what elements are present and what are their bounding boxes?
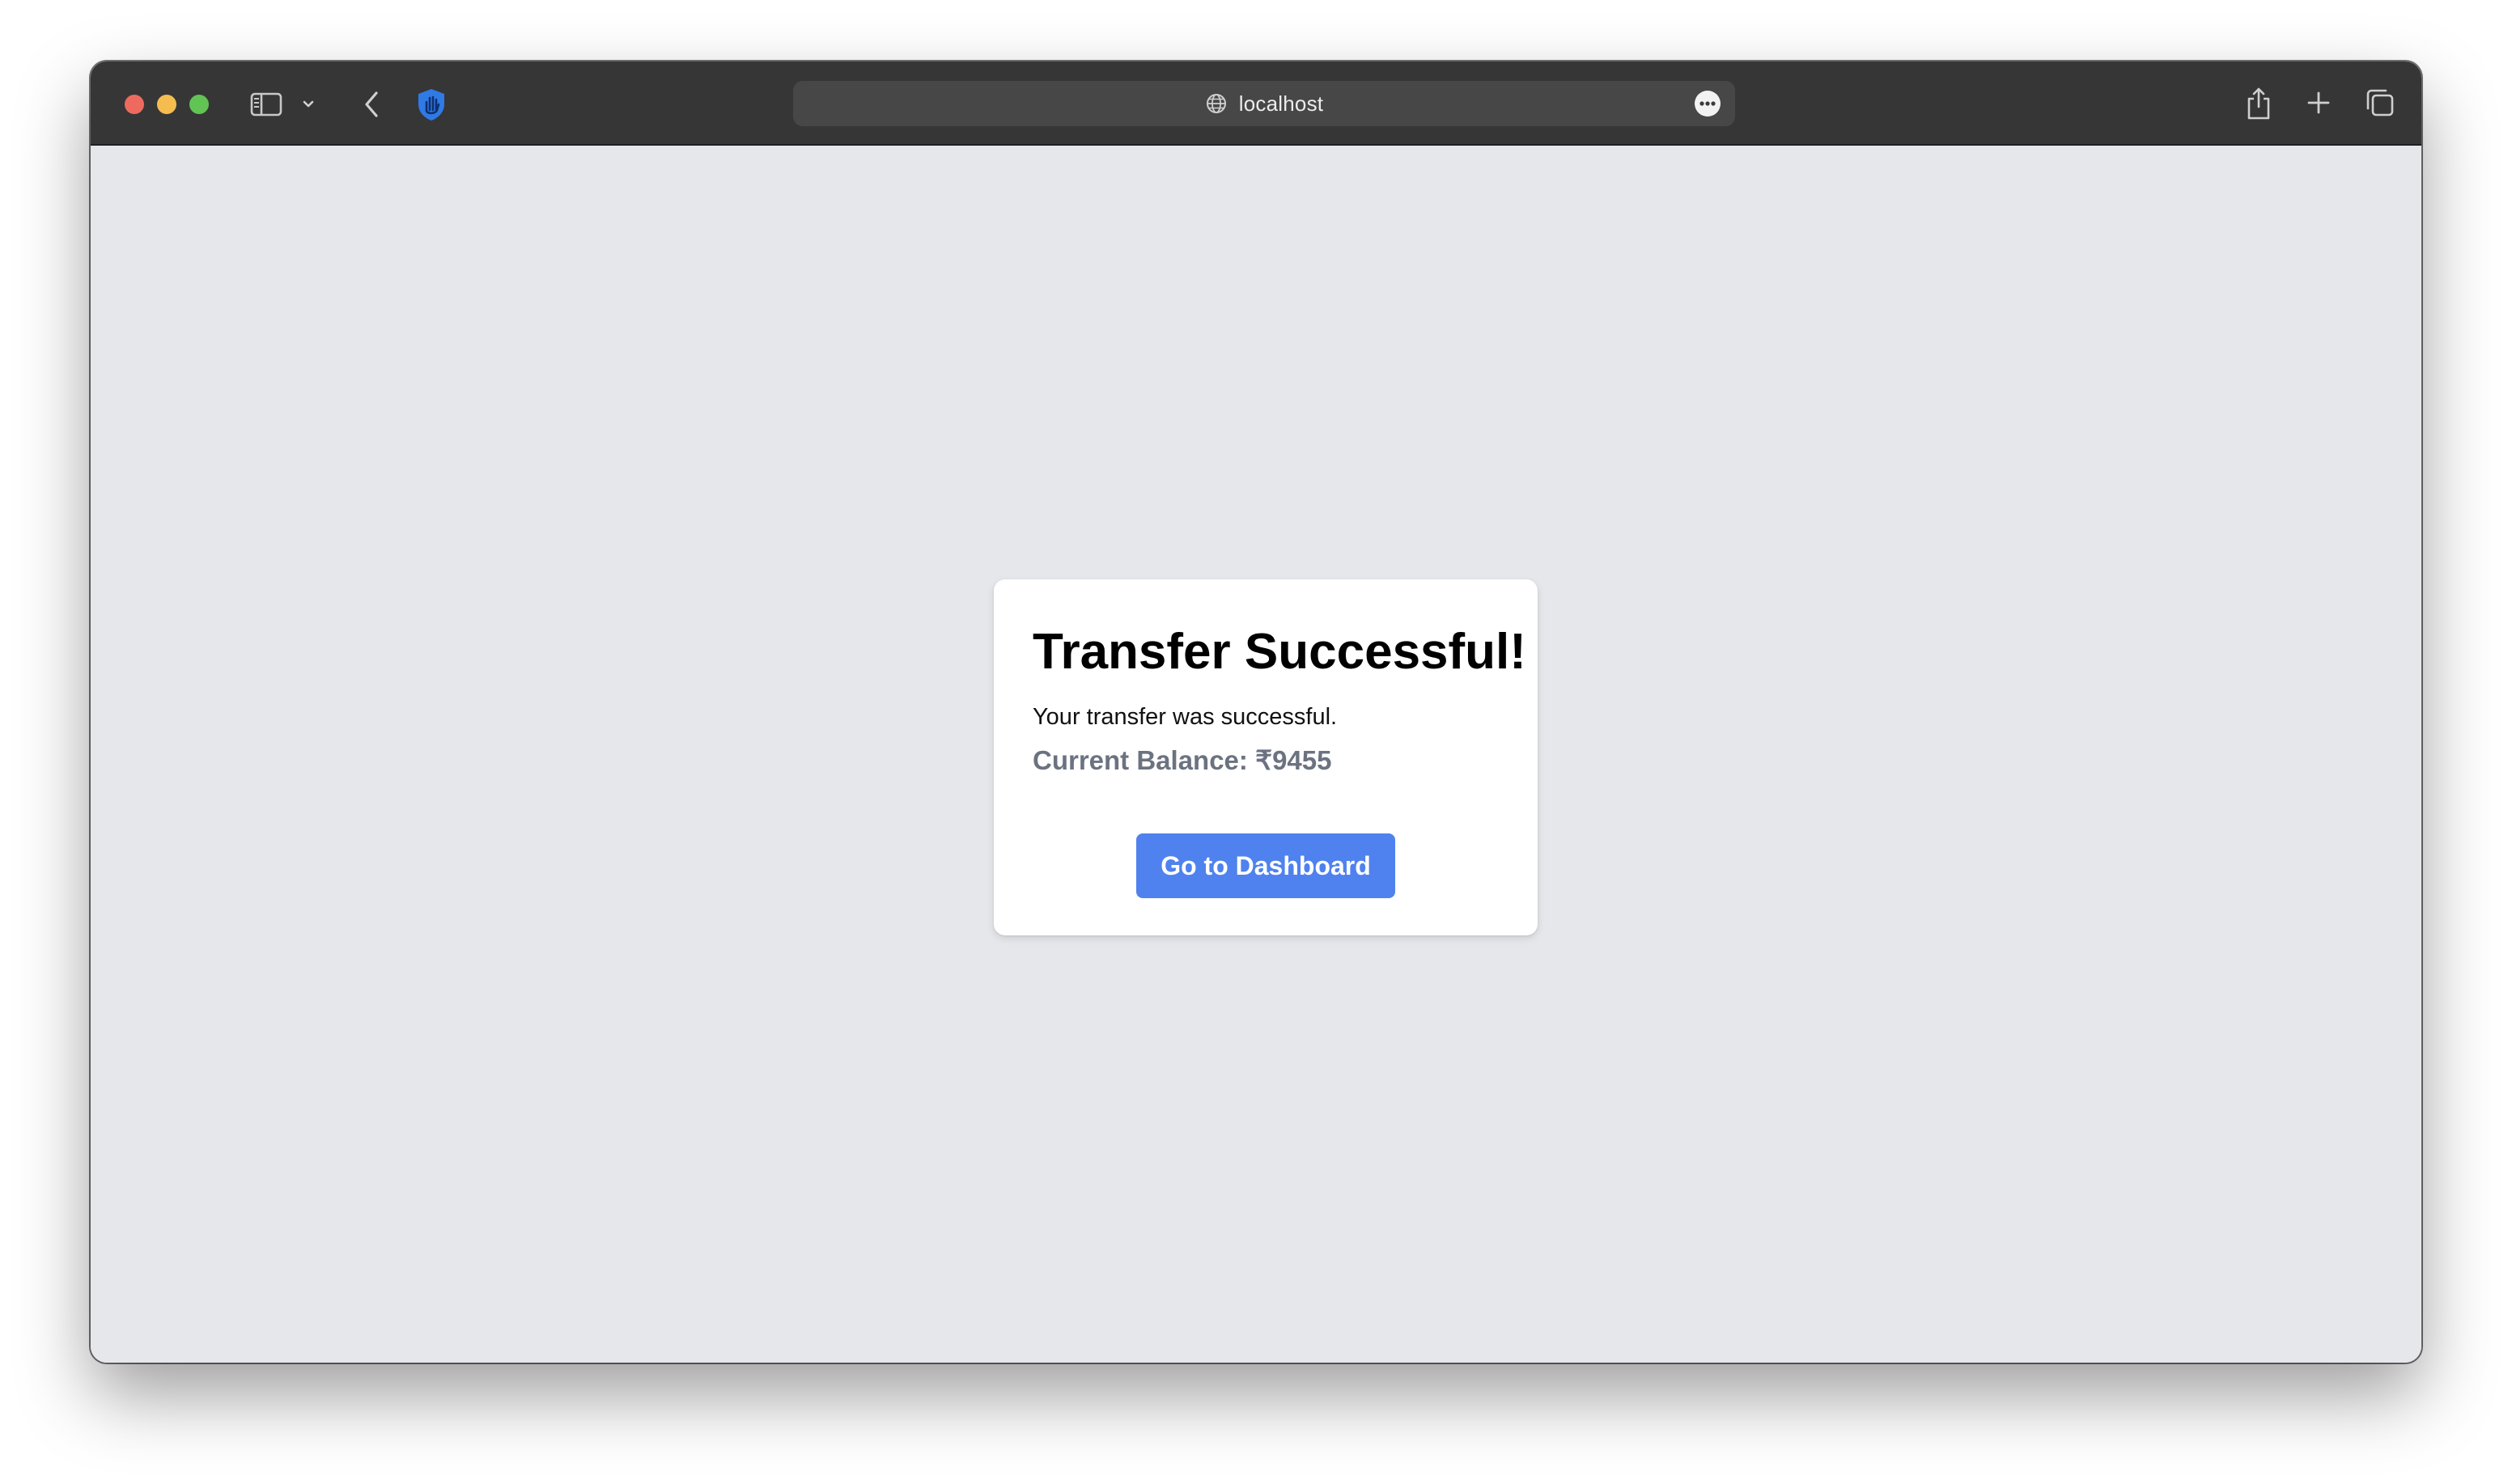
sidebar-icon[interactable] [248,86,285,123]
browser-toolbar: localhost [91,61,2421,146]
address-bar[interactable]: localhost [793,81,1735,126]
page-viewport: Transfer Successful! Your transfer was s… [91,146,2421,1363]
current-balance: Current Balance: ₹9455 [1033,745,1332,775]
share-icon[interactable] [2240,83,2277,125]
chevron-down-icon[interactable] [298,94,319,115]
address-content: localhost [793,81,1735,126]
url-text: localhost [1238,91,1324,116]
chevron-left-icon[interactable] [353,86,390,123]
go-to-dashboard-button[interactable]: Go to Dashboard [1136,833,1395,898]
ellipsis-icon[interactable] [1695,91,1721,117]
zoom-window-button[interactable] [189,95,209,114]
success-card: Transfer Successful! Your transfer was s… [994,579,1538,935]
button-row: Go to Dashboard [994,833,1538,898]
globe-icon [1205,92,1228,115]
plus-icon[interactable] [2300,84,2337,121]
hand-shield-icon[interactable] [411,84,452,125]
minimize-window-button[interactable] [157,95,176,114]
page-title: Transfer Successful! [1033,624,1526,680]
browser-window: localhost Transfer Successful! Your tran… [91,61,2421,1363]
success-message: Your transfer was successful. [1033,704,1338,730]
tabs-icon[interactable] [2361,84,2399,121]
close-window-button[interactable] [125,95,144,114]
